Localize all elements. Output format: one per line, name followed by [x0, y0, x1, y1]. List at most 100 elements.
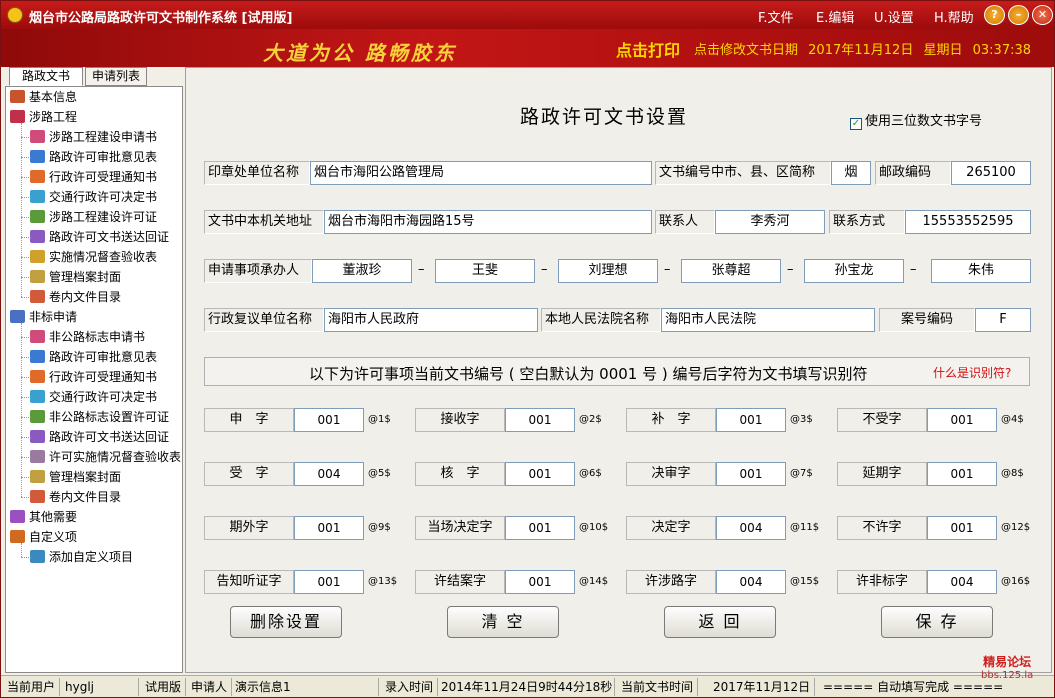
code-input-9[interactable]: 001	[294, 516, 364, 540]
code-identifier-8: @8$	[1001, 468, 1024, 479]
handler-input-6[interactable]: 朱伟	[931, 259, 1031, 283]
code-input-16[interactable]: 004	[927, 570, 997, 594]
handler-input-4[interactable]: 张尊超	[681, 259, 781, 283]
code-label-6: 核 字	[415, 462, 505, 486]
tree-group-other[interactable]: 其他需要	[10, 507, 77, 527]
menu-help[interactable]: H.帮助	[934, 7, 974, 26]
tree-item-label: 路政许可审批意见表	[49, 350, 158, 364]
handler-separator: –	[787, 262, 794, 277]
tree-item-label: 交通行政许可决定书	[49, 390, 158, 404]
code-identifier-7: @7$	[790, 468, 813, 479]
folder-icon	[10, 530, 25, 543]
code-identifier-5: @5$	[368, 468, 391, 479]
code-input-2[interactable]: 001	[505, 408, 575, 432]
code-input-12[interactable]: 001	[927, 516, 997, 540]
app-logo-icon	[7, 7, 23, 23]
three-digit-checkbox[interactable]: ✓ 使用三位数文书字号	[850, 110, 982, 130]
tree-item-non-standard-5[interactable]: 非公路标志设置许可证	[30, 407, 169, 427]
seal-unit-input[interactable]: 烟台市海阳公路管理局	[310, 161, 652, 185]
code-label-10: 当场决定字	[415, 516, 505, 540]
code-identifier-4: @4$	[1001, 414, 1024, 425]
help-icon[interactable]: ?	[984, 5, 1005, 25]
court-input[interactable]: 海阳市人民法院	[661, 308, 875, 332]
code-identifier-1: @1$	[368, 414, 391, 425]
tree-item-road-works-7[interactable]: 实施情况督查验收表	[30, 247, 157, 267]
tree-group-basic-info[interactable]: 基本信息	[10, 87, 77, 107]
tree-item-non-standard-2[interactable]: 路政许可审批意见表	[30, 347, 157, 367]
code-label-5: 受 字	[204, 462, 294, 486]
code-input-10[interactable]: 001	[505, 516, 575, 540]
tree-item-road-works-8[interactable]: 管理档案封面	[30, 267, 121, 287]
status-edition: 试用版	[141, 678, 187, 696]
title-bar[interactable]: 烟台市公路局路政许可文书制作系统 [试用版] F.文件 E.编辑 U.设置 H.…	[1, 1, 1054, 29]
tree-item-road-works-4[interactable]: 交通行政许可决定书	[30, 187, 157, 207]
clear-button[interactable]: 清 空	[447, 606, 559, 638]
code-input-13[interactable]: 001	[294, 570, 364, 594]
menu-settings[interactable]: U.设置	[874, 7, 914, 26]
code-input-3[interactable]: 001	[716, 408, 786, 432]
save-button[interactable]: 保 存	[881, 606, 993, 638]
status-bar: 当前用户 hyglj 试用版 申请人 演示信息1 录入时间 2014年11月24…	[1, 675, 1054, 697]
tree-item-road-works-9[interactable]: 卷内文件目录	[30, 287, 121, 307]
tree-item-road-works-2[interactable]: 路政许可审批意见表	[30, 147, 157, 167]
tree-item-non-standard-3[interactable]: 行政许可受理通知书	[30, 367, 157, 387]
document-tree[interactable]: 基本信息 涉路工程 涉路工程建设申请书 路政许可审批意见表 行政许可受理通知书 交通行政许…	[5, 86, 183, 673]
code-input-14[interactable]: 001	[505, 570, 575, 594]
tree-item-non-standard-6[interactable]: 路政许可文书送达回证	[30, 427, 169, 447]
tree-item-custom-1[interactable]: 添加自定义项目	[30, 547, 133, 567]
sidebar: 路政文书 申请列表 基本信息 涉路工程 涉路工程建设申请书 路政许可审批意见表 行政许可…	[5, 67, 183, 673]
code-input-8[interactable]: 001	[927, 462, 997, 486]
tree-item-road-works-1[interactable]: 涉路工程建设申请书	[30, 127, 157, 147]
tree-item-non-standard-1[interactable]: 非公路标志申请书	[30, 327, 145, 347]
code-identifier-6: @6$	[579, 468, 602, 479]
identifier-help-link[interactable]: 什么是识别符?	[933, 364, 1011, 381]
tree-item-road-works-6[interactable]: 路政许可文书送达回证	[30, 227, 169, 247]
print-link[interactable]: 点击打印	[616, 37, 680, 61]
tree-item-non-standard-7[interactable]: 许可实施情况督查验收表	[30, 447, 181, 467]
code-section-banner: 以下为许可事项当前文书编号 ( 空白默认为 0001 号 ) 编号后字符为文书填…	[204, 357, 1030, 386]
menu-file[interactable]: F.文件	[758, 7, 794, 26]
delete-settings-button[interactable]: 删除设置	[230, 606, 342, 638]
close-icon[interactable]: ✕	[1032, 5, 1053, 25]
handler-label: 申请事项承办人	[204, 259, 312, 283]
date-link-label: 点击修改文书日期	[694, 43, 799, 58]
handler-input-3[interactable]: 刘理想	[558, 259, 658, 283]
seal-unit-label: 印章处单位名称	[204, 161, 310, 185]
tree-item-label: 卷内文件目录	[49, 290, 122, 304]
tree-item-non-standard-4[interactable]: 交通行政许可决定书	[30, 387, 157, 407]
review-unit-input[interactable]: 海阳市人民政府	[324, 308, 538, 332]
document-icon	[30, 270, 45, 283]
handler-input-1[interactable]: 董淑珍	[312, 259, 412, 283]
document-icon	[30, 350, 45, 363]
tree-item-non-standard-8[interactable]: 管理档案封面	[30, 467, 121, 487]
tree-item-road-works-5[interactable]: 涉路工程建设许可证	[30, 207, 157, 227]
minimize-icon[interactable]: –	[1008, 5, 1029, 25]
menu-edit[interactable]: E.编辑	[816, 7, 854, 26]
folder-icon	[10, 310, 25, 323]
tab-applications[interactable]: 申请列表	[85, 67, 147, 86]
code-input-5[interactable]: 004	[294, 462, 364, 486]
date-link[interactable]: 点击修改文书日期 2017年11月12日 星期日 03:37:38	[694, 39, 1031, 58]
tree-item-label: 非公路标志设置许可证	[49, 410, 170, 424]
handler-input-2[interactable]: 王斐	[435, 259, 535, 283]
document-icon	[30, 130, 45, 143]
address-input[interactable]: 烟台市海阳市海园路15号	[324, 210, 652, 234]
code-input-11[interactable]: 004	[716, 516, 786, 540]
abbr-input[interactable]: 烟	[831, 161, 871, 185]
postcode-input[interactable]: 265100	[951, 161, 1031, 185]
tree-item-label: 管理档案封面	[49, 470, 122, 484]
phone-input[interactable]: 15553552595	[905, 210, 1031, 234]
contact-input[interactable]: 李秀河	[715, 210, 825, 234]
code-identifier-3: @3$	[790, 414, 813, 425]
case-code-input[interactable]: F	[975, 308, 1031, 332]
handler-input-5[interactable]: 孙宝龙	[804, 259, 904, 283]
tree-item-road-works-3[interactable]: 行政许可受理通知书	[30, 167, 157, 187]
code-input-4[interactable]: 001	[927, 408, 997, 432]
back-button[interactable]: 返 回	[664, 606, 776, 638]
tree-item-non-standard-9[interactable]: 卷内文件目录	[30, 487, 121, 507]
code-input-15[interactable]: 004	[716, 570, 786, 594]
code-input-7[interactable]: 001	[716, 462, 786, 486]
tab-documents[interactable]: 路政文书	[9, 67, 83, 86]
code-input-1[interactable]: 001	[294, 408, 364, 432]
code-input-6[interactable]: 001	[505, 462, 575, 486]
